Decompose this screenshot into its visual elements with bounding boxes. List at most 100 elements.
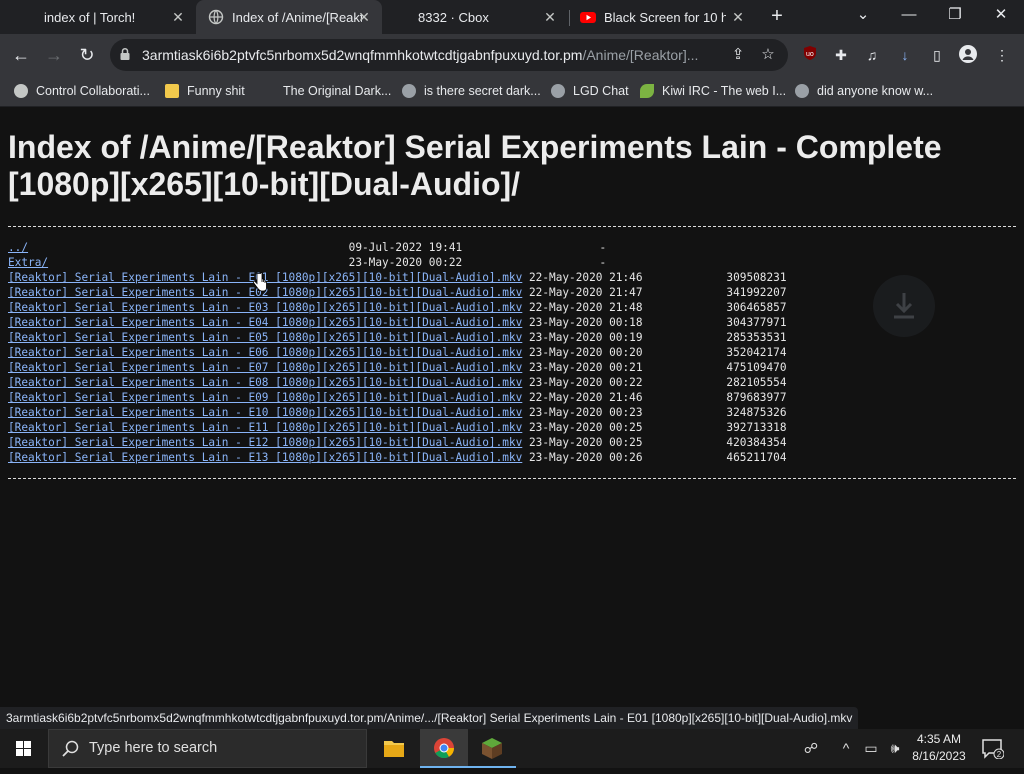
download-fab-button[interactable] — [873, 275, 935, 337]
file-link[interactable]: [Reaktor] Serial Experiments Lain - E10 … — [8, 406, 522, 419]
divider — [8, 478, 1016, 479]
listing-row: [Reaktor] Serial Experiments Lain - E13 … — [8, 450, 787, 465]
people-icon[interactable]: ☍ — [798, 729, 824, 768]
close-icon[interactable]: ✕ — [542, 9, 558, 25]
clock-date: 8/16/2023 — [912, 749, 966, 763]
system-clock[interactable]: 4:35 AM 8/16/2023 — [906, 731, 972, 765]
tab-youtube[interactable]: Black Screen for 10 ho ✕ — [570, 0, 756, 34]
globe-icon — [795, 84, 809, 98]
forward-button[interactable]: → — [41, 42, 67, 68]
bookmark-item[interactable]: Kiwi IRC - The web I... — [640, 82, 786, 100]
close-icon[interactable]: ✕ — [170, 9, 186, 25]
file-size: 304377971 — [726, 316, 787, 329]
download-icon — [894, 293, 914, 319]
column-gap — [522, 316, 529, 329]
file-link[interactable]: [Reaktor] Serial Experiments Lain - E11 … — [8, 421, 522, 434]
bookmark-label: is there secret dark... — [424, 84, 541, 98]
directory-link[interactable]: ../ — [8, 241, 28, 254]
file-link[interactable]: [Reaktor] Serial Experiments Lain - E04 … — [8, 316, 522, 329]
column-gap — [522, 286, 529, 299]
bookmark-item[interactable]: did anyone know w... — [795, 82, 933, 100]
file-explorer-taskbar-button[interactable] — [370, 729, 418, 768]
bookmark-item[interactable]: LGD Chat — [551, 82, 629, 100]
file-link[interactable]: [Reaktor] Serial Experiments Lain - E12 … — [8, 436, 522, 449]
tab-search-chevron-icon[interactable]: ⌄ — [840, 0, 886, 30]
back-button[interactable]: ← — [8, 42, 34, 68]
address-bar[interactable]: 3armtiask6i6b2ptvfc5nrbomx5d2wnqfmmhkotw… — [110, 39, 788, 71]
extensions-puzzle-icon[interactable]: ✚ — [831, 45, 851, 65]
file-link[interactable]: [Reaktor] Serial Experiments Lain - E07 … — [8, 361, 522, 374]
share-icon[interactable]: ⇪ — [728, 45, 748, 65]
url-host: 3armtiask6i6b2ptvfc5nrbomx5d2wnqfmmhkotw… — [142, 47, 583, 63]
network-icon[interactable]: ▭ — [860, 729, 882, 768]
column-gap — [522, 271, 529, 284]
taskbar-search-box[interactable]: Type here to search — [48, 729, 367, 768]
bookmark-favicon-icon — [14, 84, 28, 98]
file-size: 341992207 — [726, 286, 787, 299]
listing-row: [Reaktor] Serial Experiments Lain - E01 … — [8, 270, 787, 285]
start-button[interactable] — [0, 729, 48, 768]
url-text[interactable]: 3armtiask6i6b2ptvfc5nrbomx5d2wnqfmmhkotw… — [142, 47, 722, 63]
notifications-button[interactable]: 2 — [978, 729, 1008, 768]
profile-avatar-icon[interactable] — [958, 45, 978, 65]
tab-torch[interactable]: index of | Torch! ✕ — [10, 0, 196, 34]
column-gap — [522, 331, 529, 344]
restore-button[interactable]: ❐ — [932, 0, 978, 30]
file-date: 23-May-2020 00:23 — [528, 406, 643, 419]
media-control-icon[interactable]: ♫ — [862, 45, 882, 65]
menu-kebab-icon[interactable]: ⋮ — [992, 45, 1012, 65]
bookmark-item[interactable]: The Original Dark... — [283, 82, 391, 100]
ublock-icon[interactable]: uo — [800, 45, 820, 65]
file-link[interactable]: [Reaktor] Serial Experiments Lain - E06 … — [8, 346, 522, 359]
close-window-button[interactable]: ✕ — [978, 0, 1024, 30]
minecraft-taskbar-button[interactable] — [468, 729, 516, 768]
bookmark-item[interactable]: Control Collaborati... — [14, 82, 150, 100]
status-url-bubble: 3armtiask6i6b2ptvfc5nrbomx5d2wnqfmmhkotw… — [0, 707, 859, 729]
bookmark-label: Kiwi IRC - The web I... — [662, 84, 787, 98]
file-link[interactable]: [Reaktor] Serial Experiments Lain - E13 … — [8, 451, 522, 464]
folder-icon — [384, 741, 404, 757]
bookmark-folder[interactable]: Funny shit — [165, 82, 245, 100]
listing-row: [Reaktor] Serial Experiments Lain - E03 … — [8, 300, 787, 315]
close-icon[interactable]: ✕ — [730, 9, 746, 25]
file-size: 285353531 — [726, 331, 787, 344]
downloads-icon[interactable]: ↓ — [895, 45, 915, 65]
tab-cbox[interactable]: 8332 · Cbox ✕ — [382, 0, 568, 34]
folder-icon — [165, 84, 179, 98]
column-gap — [522, 436, 529, 449]
file-date: 23-May-2020 00:20 — [528, 346, 643, 359]
clock-time: 4:35 AM — [916, 732, 962, 746]
bookmark-label: LGD Chat — [573, 84, 629, 98]
directory-link[interactable]: Extra/ — [8, 256, 48, 269]
listing-row: [Reaktor] Serial Experiments Lain - E06 … — [8, 345, 787, 360]
file-link[interactable]: [Reaktor] Serial Experiments Lain - E08 … — [8, 376, 522, 389]
listing-row: Extra/ 23-May-2020 00:22 - — [8, 255, 787, 270]
windows-taskbar: Type here to search ☍ ^ ▭ 🕪 4:35 AM 8/16… — [0, 729, 1024, 768]
new-tab-button[interactable]: + — [766, 5, 788, 27]
file-link[interactable]: [Reaktor] Serial Experiments Lain - E03 … — [8, 301, 522, 314]
bookmark-star-icon[interactable]: ☆ — [758, 45, 778, 65]
lock-icon[interactable] — [118, 47, 132, 61]
volume-icon[interactable]: 🕪 — [884, 729, 906, 768]
tab-title: 8332 · Cbox — [418, 9, 489, 25]
file-link[interactable]: [Reaktor] Serial Experiments Lain - E09 … — [8, 391, 522, 404]
column-gap — [48, 256, 349, 269]
file-size: 324875326 — [726, 406, 787, 419]
side-panel-icon[interactable]: ▯ — [927, 45, 947, 65]
minimize-button[interactable]: — — [886, 0, 932, 30]
file-date: 23-May-2020 00:25 — [528, 421, 643, 434]
listing-row: [Reaktor] Serial Experiments Lain - E05 … — [8, 330, 787, 345]
file-date: 23-May-2020 00:26 — [528, 451, 643, 464]
close-icon[interactable]: ✕ — [356, 9, 372, 25]
reload-button[interactable]: ↻ — [74, 42, 100, 68]
bookmark-item[interactable]: is there secret dark... — [402, 82, 541, 100]
file-date: 22-May-2020 21:46 — [528, 391, 643, 404]
chrome-taskbar-button[interactable] — [420, 729, 468, 768]
tab-index-of-anime[interactable]: Index of /Anime/[Reakt ✕ — [196, 0, 382, 34]
listing-row: [Reaktor] Serial Experiments Lain - E08 … — [8, 375, 787, 390]
show-hidden-icons-chevron-icon[interactable]: ^ — [836, 729, 856, 768]
column-gap — [28, 241, 349, 254]
file-link[interactable]: [Reaktor] Serial Experiments Lain - E05 … — [8, 331, 522, 344]
youtube-icon — [580, 12, 596, 23]
bookmarks-bar: Control Collaborati... Funny shit The Or… — [0, 76, 1024, 107]
